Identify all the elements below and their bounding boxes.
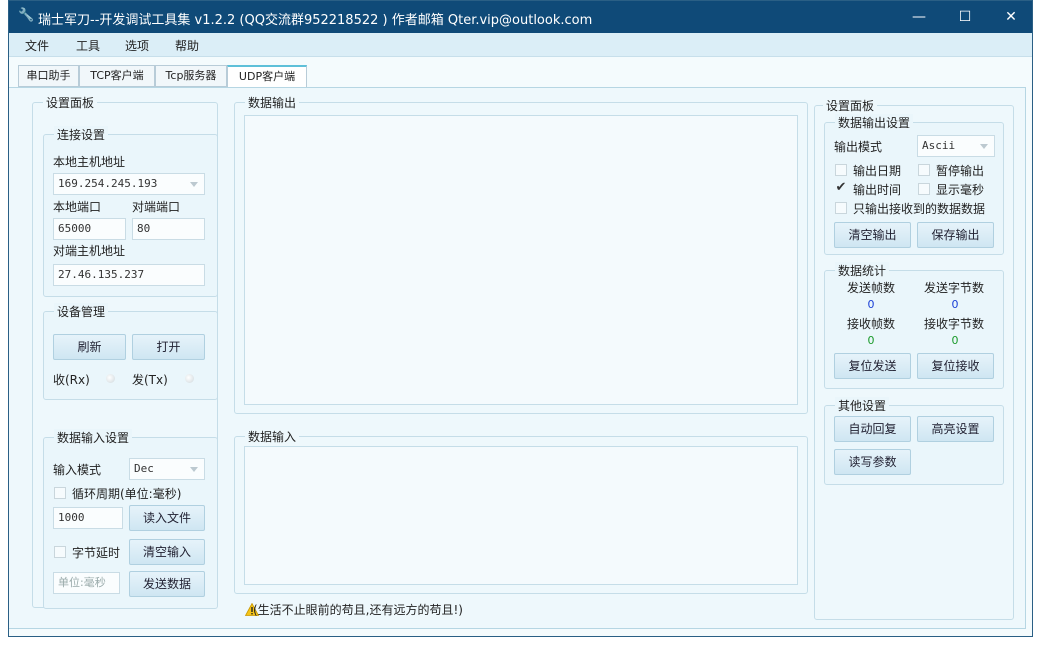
data-input-title: 数据输入: [245, 428, 300, 445]
recv-bytes-count: 0: [951, 334, 959, 347]
remote-host-label: 对端主机地址: [53, 244, 126, 258]
read-file-button[interactable]: 读入文件: [129, 505, 205, 531]
output-date-checkbox[interactable]: [835, 164, 847, 176]
left-settings-panel: 设置面板 连接设置 本地主机地址 169.254.245.193 本地端口 对端…: [32, 94, 218, 609]
auto-reply-button[interactable]: 自动回复: [834, 416, 911, 442]
data-statistics-title: 数据统计: [835, 262, 890, 279]
loop-period-label: 循环周期(单位:毫秒): [72, 487, 182, 501]
send-data-button[interactable]: 发送数据: [129, 571, 205, 597]
close-button[interactable]: ✕: [988, 1, 1032, 33]
local-host-select[interactable]: 169.254.245.193: [53, 173, 205, 195]
clear-output-button[interactable]: 清空输出: [834, 222, 911, 248]
clear-input-button[interactable]: 清空输入: [129, 539, 205, 565]
right-settings-panel: 设置面板 数据输出设置 输出模式 Ascii 输出日期 暂停输出 ✔ 输出时间 …: [814, 97, 1014, 620]
data-output-settings: 数据输出设置 输出模式 Ascii 输出日期 暂停输出 ✔ 输出时间 显示毫秒 …: [824, 114, 1004, 255]
app-window: 🔧 瑞士军刀--开发调试工具集 v1.2.2 (QQ交流群952218522 )…: [8, 0, 1033, 637]
output-time-label: 输出时间: [853, 183, 902, 197]
device-management-title: 设备管理: [54, 303, 109, 320]
remote-host-field[interactable]: 27.46.135.237: [53, 264, 205, 286]
output-date-label: 输出日期: [853, 164, 902, 178]
data-input-group: 数据输入: [234, 428, 808, 594]
byte-delay-checkbox[interactable]: [54, 546, 66, 558]
menu-bar: 文件 工具 选项 帮助: [9, 33, 1032, 57]
menu-tools[interactable]: 工具: [76, 37, 100, 54]
connection-settings-title: 连接设置: [54, 126, 109, 143]
tab-page-udp: 设置面板 连接设置 本地主机地址 169.254.245.193 本地端口 对端…: [9, 87, 1026, 629]
pause-output-label: 暂停输出: [936, 164, 985, 178]
menu-options[interactable]: 选项: [125, 37, 149, 54]
data-output-area[interactable]: [244, 115, 798, 405]
data-statistics: 数据统计 发送帧数 发送字节数 0 0 接收帧数 接收字节数 0 0 复位发送 …: [824, 262, 1004, 389]
local-port-label: 本地端口: [53, 200, 102, 214]
local-port-field[interactable]: 65000: [53, 218, 126, 240]
tx-label: 发(Tx): [132, 373, 168, 387]
output-mode-label: 输出模式: [834, 140, 883, 154]
background-window-strip: [0, 637, 1040, 646]
data-input-area[interactable]: [244, 446, 798, 585]
reset-send-button[interactable]: 复位发送: [834, 353, 911, 379]
data-output-settings-title: 数据输出设置: [835, 114, 914, 131]
loop-period-checkbox[interactable]: [54, 487, 66, 499]
minimize-button[interactable]: —: [896, 1, 942, 33]
tab-tcp-server[interactable]: Tcp服务器: [155, 65, 227, 87]
loop-period-field[interactable]: 1000: [53, 507, 123, 529]
tab-tcp-client[interactable]: TCP客户端: [79, 65, 155, 87]
rw-params-button[interactable]: 读写参数: [834, 449, 911, 475]
other-settings: 其他设置 自动回复 高亮设置 读写参数: [824, 397, 1004, 485]
title-bar: 🔧 瑞士军刀--开发调试工具集 v1.2.2 (QQ交流群952218522 )…: [9, 1, 1032, 33]
menu-help[interactable]: 帮助: [175, 37, 199, 54]
recv-only-checkbox[interactable]: [835, 202, 847, 214]
show-ms-checkbox[interactable]: [918, 183, 930, 195]
pause-output-checkbox[interactable]: [918, 164, 930, 176]
data-input-settings: 数据输入设置 输入模式 Dec 循环周期(单位:毫秒) 1000 读入文件 字节…: [43, 429, 218, 609]
save-output-button[interactable]: 保存输出: [917, 222, 994, 248]
open-button[interactable]: 打开: [132, 334, 205, 360]
device-management: 设备管理 刷新 打开 收(Rx) 发(Tx): [43, 303, 218, 400]
window-title: 瑞士军刀--开发调试工具集 v1.2.2 (QQ交流群952218522 ) 作…: [38, 13, 593, 28]
send-bytes-count: 0: [951, 298, 959, 311]
tab-udp-client[interactable]: UDP客户端: [227, 65, 307, 88]
rx-indicator: [106, 374, 115, 383]
remote-port-label: 对端端口: [132, 200, 181, 214]
tab-serial[interactable]: 串口助手: [18, 65, 79, 87]
menu-file[interactable]: 文件: [25, 37, 49, 54]
input-mode-label: 输入模式: [53, 463, 102, 477]
remote-port-field[interactable]: 80: [132, 218, 205, 240]
show-ms-label: 显示毫秒: [936, 183, 985, 197]
refresh-button[interactable]: 刷新: [53, 334, 126, 360]
other-settings-title: 其他设置: [835, 397, 890, 414]
recv-only-label: 只输出接收到的数据数据: [853, 202, 986, 216]
recv-bytes-label: 接收字节数: [924, 317, 985, 331]
right-panel-title: 设置面板: [823, 97, 878, 114]
status-message: (生活不止眼前的苟且,还有远方的苟且!): [253, 603, 463, 617]
recv-frames-label: 接收帧数: [847, 317, 896, 331]
output-time-checkbox[interactable]: ✔: [835, 181, 847, 195]
rx-label: 收(Rx): [53, 373, 90, 387]
wrench-icon: 🔧: [18, 8, 35, 23]
tx-indicator: [185, 374, 194, 383]
input-mode-select[interactable]: Dec: [129, 458, 205, 480]
byte-delay-label: 字节延时: [72, 546, 121, 560]
recv-frames-count: 0: [867, 334, 875, 347]
unit-ms-field[interactable]: 单位:毫秒: [53, 572, 120, 594]
data-input-settings-title: 数据输入设置: [54, 429, 133, 446]
reset-recv-button[interactable]: 复位接收: [917, 353, 994, 379]
highlight-settings-button[interactable]: 高亮设置: [917, 416, 994, 442]
data-output-title: 数据输出: [245, 94, 300, 111]
connection-settings: 连接设置 本地主机地址 169.254.245.193 本地端口 对端端口 65…: [43, 126, 218, 297]
send-frames-count: 0: [867, 298, 875, 311]
local-host-label: 本地主机地址: [53, 155, 126, 169]
send-bytes-label: 发送字节数: [924, 281, 985, 295]
left-panel-title: 设置面板: [43, 94, 98, 111]
maximize-button[interactable]: ☐: [942, 1, 988, 33]
data-output-group: 数据输出: [234, 94, 808, 414]
send-frames-label: 发送帧数: [847, 281, 896, 295]
output-mode-select[interactable]: Ascii: [917, 135, 995, 157]
